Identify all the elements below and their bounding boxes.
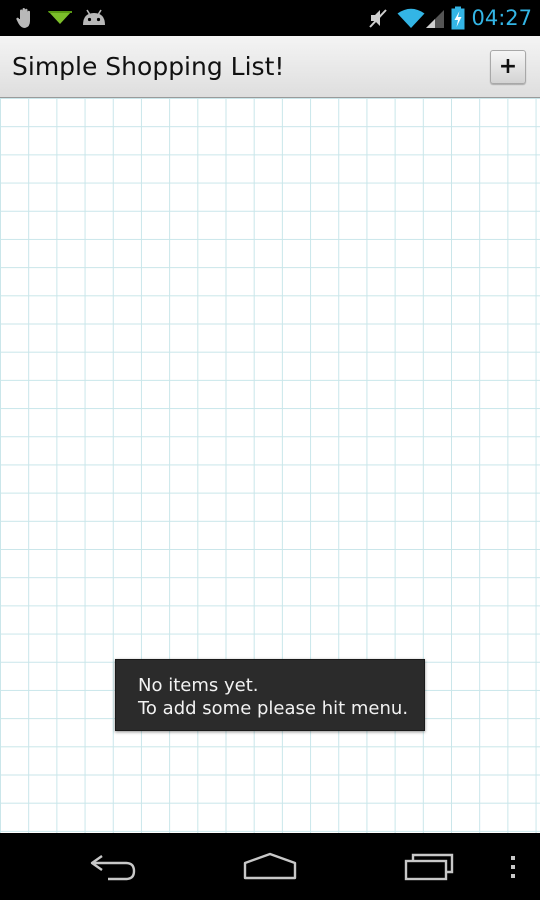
android-icon [80,0,108,36]
toast-line-1: No items yet. [138,675,259,696]
overflow-menu-icon[interactable] [500,833,526,900]
phone-screen: 04:27 Simple Shopping List! + No items y… [0,0,540,900]
signal-icon [424,0,446,36]
download-arrow-icon [46,0,74,36]
battery-charging-icon [448,0,468,36]
navigation-bar [0,833,540,900]
recent-apps-icon[interactable] [390,833,468,900]
back-icon[interactable] [74,833,152,900]
add-item-button[interactable]: + [490,50,526,84]
toast-line-2: To add some please hit menu. [138,698,409,719]
action-bar: Simple Shopping List! + [0,36,540,98]
status-bar: 04:27 [0,0,540,36]
empty-list-toast: No items yet. To add some please hit men… [115,659,425,731]
app-title: Simple Shopping List! [12,52,285,81]
status-time: 04:27 [471,6,532,30]
mute-icon [366,0,390,36]
wifi-icon [396,0,426,36]
home-icon[interactable] [231,833,309,900]
hand-icon [12,0,40,36]
